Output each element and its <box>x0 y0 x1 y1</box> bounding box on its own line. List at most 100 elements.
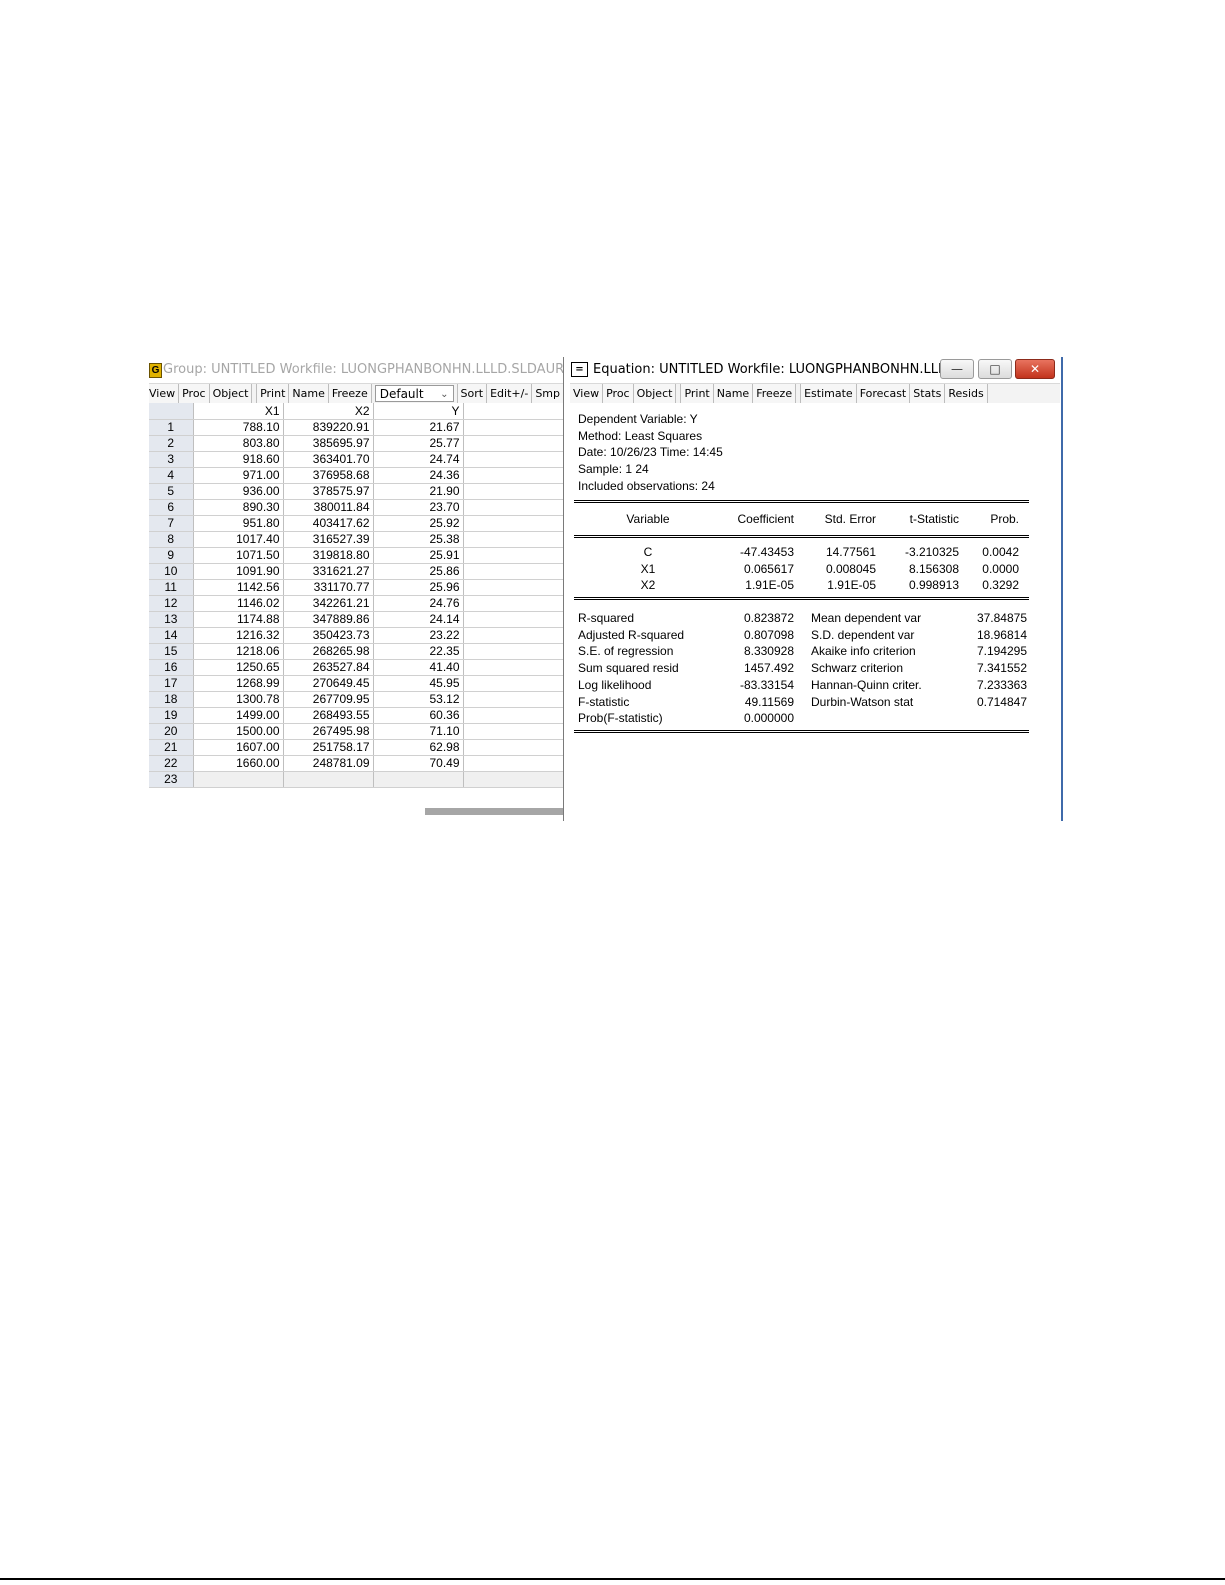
group-freeze-button[interactable]: Freeze <box>328 384 372 404</box>
equation-titlebar[interactable]: = Equation: UNTITLED Workfile: LUONGPHAN… <box>564 357 1061 383</box>
minimize-button[interactable]: — <box>940 359 974 379</box>
cell-empty[interactable] <box>283 771 374 788</box>
cell-y[interactable]: 21.90 <box>373 483 464 500</box>
cell-x1[interactable]: 1499.00 <box>193 707 284 724</box>
cell-empty[interactable] <box>463 467 563 484</box>
cell-x1[interactable]: 1142.56 <box>193 579 284 596</box>
group-smpl-button[interactable]: Smp <box>532 384 563 404</box>
table-row[interactable]: 4 971.00 376958.68 24.36 <box>149 467 563 484</box>
column-header-x1[interactable]: X1 <box>193 403 284 420</box>
table-row[interactable]: 7 951.80 403417.62 25.92 <box>149 515 563 532</box>
row-number[interactable]: 10 <box>149 563 194 580</box>
cell-y[interactable]: 45.95 <box>373 675 464 692</box>
cell-empty[interactable] <box>193 771 284 788</box>
cell-x1[interactable]: 1071.50 <box>193 547 284 564</box>
group-titlebar[interactable]: G Group: UNTITLED Workfile: LUONGPHANBON… <box>149 357 563 383</box>
cell-y[interactable]: 21.67 <box>373 419 464 436</box>
row-number[interactable]: 13 <box>149 611 194 628</box>
cell-empty[interactable] <box>463 451 563 468</box>
eq-freeze-button[interactable]: Freeze <box>753 384 797 404</box>
cell-y[interactable]: 23.22 <box>373 627 464 644</box>
eq-estimate-button[interactable]: Estimate <box>801 384 857 404</box>
cell-x2[interactable]: 267709.95 <box>283 691 374 708</box>
cell-empty[interactable] <box>463 723 563 740</box>
cell-y[interactable]: 22.35 <box>373 643 464 660</box>
cell-empty[interactable] <box>463 419 563 436</box>
group-name-button[interactable]: Name <box>289 384 329 404</box>
cell-empty[interactable] <box>463 659 563 676</box>
eq-forecast-button[interactable]: Forecast <box>856 384 911 404</box>
cell-y[interactable]: 41.40 <box>373 659 464 676</box>
row-number[interactable]: 15 <box>149 643 194 660</box>
cell-x2[interactable]: 316527.39 <box>283 531 374 548</box>
cell-x1[interactable]: 1146.02 <box>193 595 284 612</box>
close-button[interactable]: ✕ <box>1015 359 1055 379</box>
table-row[interactable]: 17 1268.99 270649.45 45.95 <box>149 675 563 692</box>
row-number[interactable]: 23 <box>149 771 194 788</box>
cell-x1[interactable]: 1091.90 <box>193 563 284 580</box>
row-number[interactable]: 3 <box>149 451 194 468</box>
cell-y[interactable]: 25.91 <box>373 547 464 564</box>
eq-name-button[interactable]: Name <box>713 384 754 404</box>
cell-y[interactable]: 24.76 <box>373 595 464 612</box>
cell-x1[interactable]: 1500.00 <box>193 723 284 740</box>
cell-empty[interactable] <box>373 771 464 788</box>
table-row[interactable]: 14 1216.32 350423.73 23.22 <box>149 627 563 644</box>
eq-object-button[interactable]: Object <box>633 384 677 404</box>
eq-stats-button[interactable]: Stats <box>910 384 946 404</box>
row-number[interactable]: 21 <box>149 739 194 756</box>
group-proc-button[interactable]: Proc <box>179 384 210 404</box>
cell-y[interactable]: 24.74 <box>373 451 464 468</box>
table-row[interactable]: 12 1146.02 342261.21 24.76 <box>149 595 563 612</box>
cell-x2[interactable]: 319818.80 <box>283 547 374 564</box>
cell-empty[interactable] <box>463 499 563 516</box>
cell-empty[interactable] <box>463 675 563 692</box>
cell-x1[interactable]: 890.30 <box>193 499 284 516</box>
cell-empty[interactable] <box>463 611 563 628</box>
cell-empty[interactable] <box>463 515 563 532</box>
row-number[interactable]: 8 <box>149 531 194 548</box>
group-print-button[interactable]: Print <box>257 384 290 404</box>
row-number[interactable]: 20 <box>149 723 194 740</box>
cell-x2[interactable]: 363401.70 <box>283 451 374 468</box>
table-row[interactable]: 15 1218.06 268265.98 22.35 <box>149 643 563 660</box>
cell-x2[interactable]: 248781.09 <box>283 755 374 772</box>
cell-x2[interactable]: 263527.84 <box>283 659 374 676</box>
row-number[interactable]: 17 <box>149 675 194 692</box>
cell-y[interactable]: 25.92 <box>373 515 464 532</box>
row-number[interactable]: 16 <box>149 659 194 676</box>
cell-x2[interactable]: 331170.77 <box>283 579 374 596</box>
column-header-empty[interactable] <box>463 403 563 420</box>
row-number[interactable]: 2 <box>149 435 194 452</box>
cell-empty[interactable] <box>463 483 563 500</box>
table-row[interactable]: 8 1017.40 316527.39 25.38 <box>149 531 563 548</box>
cell-empty[interactable] <box>463 627 563 644</box>
cell-x1[interactable]: 1218.06 <box>193 643 284 660</box>
cell-x1[interactable]: 803.80 <box>193 435 284 452</box>
cell-y[interactable]: 24.36 <box>373 467 464 484</box>
cell-x1[interactable]: 918.60 <box>193 451 284 468</box>
cell-y[interactable]: 23.70 <box>373 499 464 516</box>
row-number[interactable]: 4 <box>149 467 194 484</box>
table-row[interactable]: 1 788.10 839220.91 21.67 <box>149 419 563 436</box>
row-number[interactable]: 19 <box>149 707 194 724</box>
table-row[interactable]: 13 1174.88 347889.86 24.14 <box>149 611 563 628</box>
horizontal-scrollbar[interactable] <box>425 808 563 815</box>
cell-y[interactable]: 25.96 <box>373 579 464 596</box>
group-view-select[interactable]: Default ⌄ <box>374 385 454 402</box>
table-row[interactable]: 11 1142.56 331170.77 25.96 <box>149 579 563 596</box>
cell-x2[interactable]: 380011.84 <box>283 499 374 516</box>
row-number[interactable]: 11 <box>149 579 194 596</box>
cell-x2[interactable]: 331621.27 <box>283 563 374 580</box>
cell-y[interactable]: 60.36 <box>373 707 464 724</box>
cell-x2[interactable]: 376958.68 <box>283 467 374 484</box>
cell-empty[interactable] <box>463 771 563 788</box>
row-number[interactable]: 1 <box>149 419 194 436</box>
cell-empty[interactable] <box>463 691 563 708</box>
table-row[interactable]: 22 1660.00 248781.09 70.49 <box>149 755 563 772</box>
cell-y[interactable]: 24.14 <box>373 611 464 628</box>
group-object-button[interactable]: Object <box>209 384 253 404</box>
group-spreadsheet[interactable]: X1 X2 Y 1 788.10 839220.91 21.67 2 803.80 3856… <box>149 403 563 788</box>
row-number[interactable]: 22 <box>149 755 194 772</box>
row-number[interactable]: 7 <box>149 515 194 532</box>
